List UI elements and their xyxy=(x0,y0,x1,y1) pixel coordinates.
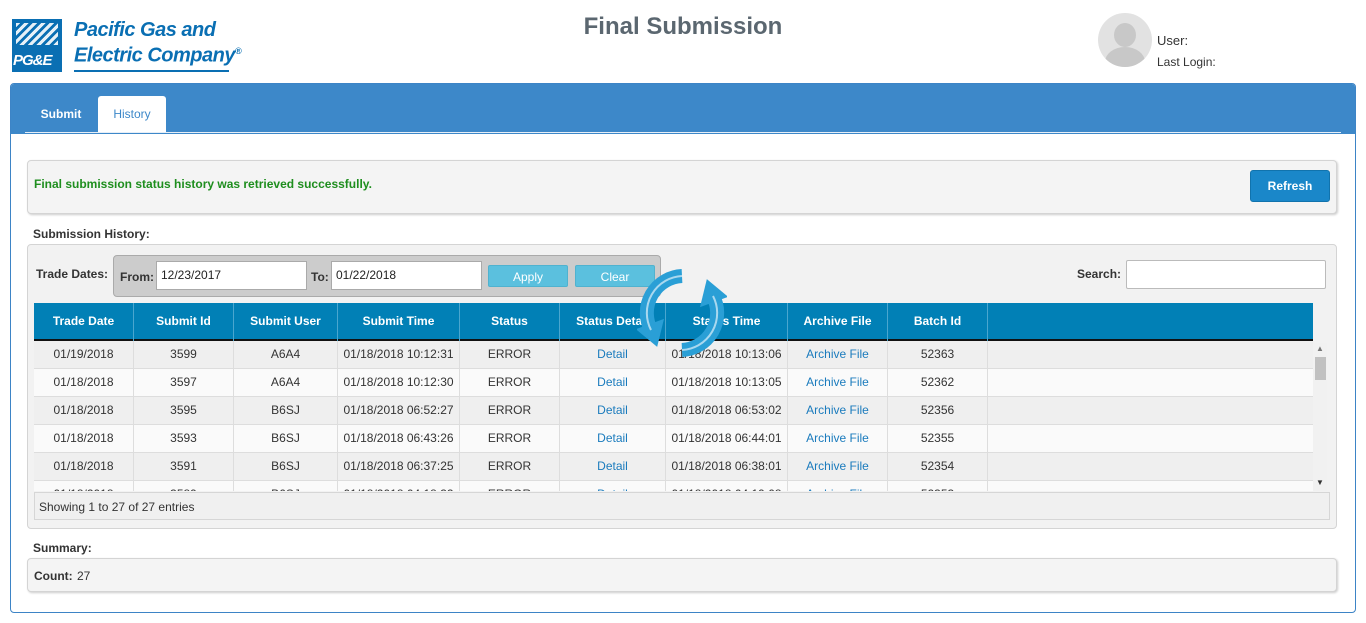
search-label: Search: xyxy=(1077,267,1122,281)
cell-batch-id: 52353 xyxy=(888,481,988,491)
table-row: 01/18/20183589B6SJ01/18/2018 04:18:32ERR… xyxy=(34,481,1313,491)
column-header-archive-file[interactable]: Archive File xyxy=(788,303,888,341)
cell-status-time: 01/18/2018 04:19:08 xyxy=(666,481,788,491)
archive-file-link[interactable]: Archive File xyxy=(788,341,888,369)
tab-bar: Submit History xyxy=(11,84,1355,134)
cell-status-time: 01/18/2018 06:44:01 xyxy=(666,425,788,453)
company-underline xyxy=(74,70,229,72)
table-row: 01/18/2018 3591 B6SJ 01/18/2018 06:37:25 ERR… xyxy=(34,453,1313,481)
cell-submit-id: 3599 xyxy=(134,341,234,369)
cell-status-time: 01/18/2018 06:53:02 xyxy=(666,397,788,425)
summary-label: Summary: xyxy=(33,541,92,555)
cell-submit-id: 3593 xyxy=(134,425,234,453)
cell-submit-user: B6SJ xyxy=(234,453,338,481)
page-header: PG&E Pacific Gas and Electric Company® F… xyxy=(0,0,1366,82)
tab-history[interactable]: History xyxy=(98,96,166,133)
refresh-spinner-icon xyxy=(637,269,727,357)
status-message-box: Final submission status history was retr… xyxy=(27,160,1337,214)
cell-submit-time: 01/18/2018 06:52:27 xyxy=(338,397,460,425)
to-date-input[interactable]: 01/22/2018 xyxy=(331,261,482,290)
logo-text: PG&E xyxy=(13,52,53,69)
cell-trade-date: 01/18/2018 xyxy=(34,425,134,453)
count-value: 27 xyxy=(77,569,91,583)
archive-file-link[interactable]: Archive File xyxy=(788,481,888,491)
entries-info: Showing 1 to 27 of 27 entries xyxy=(39,500,195,514)
column-header-batch-id[interactable]: Batch Id xyxy=(888,303,988,341)
tab-submit[interactable]: Submit xyxy=(27,96,95,133)
cell-status: ERROR xyxy=(460,369,560,397)
cell-submit-id: 3591 xyxy=(134,453,234,481)
cell-submit-time: 01/18/2018 06:43:26 xyxy=(338,425,460,453)
detail-link[interactable]: Detail xyxy=(560,453,666,481)
cell-trade-date: 01/18/2018 xyxy=(34,397,134,425)
user-avatar-icon[interactable] xyxy=(1098,13,1152,67)
cell-submit-user: B6SJ xyxy=(234,481,338,491)
cell-batch-id: 52363 xyxy=(888,341,988,369)
cell-batch-id: 52356 xyxy=(888,397,988,425)
cell-batch-id: 52362 xyxy=(888,369,988,397)
cell-trade-date: 01/18/2018 xyxy=(34,453,134,481)
column-header-submit-id[interactable]: Submit Id xyxy=(134,303,234,341)
table-scrollbar[interactable]: ▲ ▼ xyxy=(1313,343,1327,491)
user-label: User: xyxy=(1157,33,1189,48)
company-name-line2: Electric Company® xyxy=(74,44,242,67)
archive-file-link[interactable]: Archive File xyxy=(788,425,888,453)
table-row: 01/18/2018 3597 A6A4 01/18/2018 10:12:30 ERR… xyxy=(34,369,1313,397)
summary-box: Count: 27 xyxy=(27,558,1337,592)
cell-trade-date: 01/18/2018 xyxy=(34,369,134,397)
archive-file-link[interactable]: Archive File xyxy=(788,369,888,397)
cell-submit-time: 01/18/2018 10:12:31 xyxy=(338,341,460,369)
cell-submit-time: 01/18/2018 10:12:30 xyxy=(338,369,460,397)
column-header-submit-time[interactable]: Submit Time xyxy=(338,303,460,341)
cell-submit-id: 3589 xyxy=(134,481,234,491)
cell-batch-id: 52354 xyxy=(888,453,988,481)
trade-dates-label: Trade Dates: xyxy=(36,267,109,281)
detail-link[interactable]: Detail xyxy=(560,481,666,491)
to-label: To: xyxy=(311,270,329,284)
cell-batch-id: 52355 xyxy=(888,425,988,453)
refresh-button[interactable]: Refresh xyxy=(1250,170,1330,202)
archive-file-link[interactable]: Archive File xyxy=(788,453,888,481)
cell-submit-id: 3595 xyxy=(134,397,234,425)
cell-submit-user: A6A4 xyxy=(234,341,338,369)
cell-trade-date: 01/19/2018 xyxy=(34,341,134,369)
column-header-submit-user[interactable]: Submit User xyxy=(234,303,338,341)
cell-status-time: 01/18/2018 10:13:05 xyxy=(666,369,788,397)
cell-status: ERROR xyxy=(460,397,560,425)
last-login-label: Last Login: xyxy=(1157,55,1216,69)
table-row: 01/18/2018 3595 B6SJ 01/18/2018 06:52:27 ERR… xyxy=(34,397,1313,425)
cell-status: ERROR xyxy=(460,341,560,369)
scroll-thumb[interactable] xyxy=(1315,357,1326,380)
detail-link[interactable]: Detail xyxy=(560,369,666,397)
count-label: Count: xyxy=(34,569,73,583)
cell-status: ERROR xyxy=(460,453,560,481)
detail-link[interactable]: Detail xyxy=(560,425,666,453)
apply-button[interactable]: Apply xyxy=(488,265,568,287)
cell-submit-user: B6SJ xyxy=(234,425,338,453)
cell-status-time: 01/18/2018 06:38:01 xyxy=(666,453,788,481)
from-date-input[interactable]: 12/23/2017 xyxy=(156,261,307,290)
column-header-trade-date[interactable]: Trade Date xyxy=(34,303,134,341)
cell-trade-date: 01/18/2018 xyxy=(34,481,134,491)
cell-submit-user: B6SJ xyxy=(234,397,338,425)
cell-submit-time: 01/18/2018 06:37:25 xyxy=(338,453,460,481)
search-input[interactable] xyxy=(1126,260,1326,289)
scroll-down-icon[interactable]: ▼ xyxy=(1316,478,1324,487)
cell-status: ERROR xyxy=(460,481,560,491)
submission-history-label: Submission History: xyxy=(33,227,150,241)
scroll-up-icon[interactable]: ▲ xyxy=(1316,344,1324,353)
detail-link[interactable]: Detail xyxy=(560,397,666,425)
cell-submit-time: 01/18/2018 04:18:32 xyxy=(338,481,460,491)
table-row: 01/18/2018 3593 B6SJ 01/18/2018 06:43:26 ERR… xyxy=(34,425,1313,453)
table-footer: Showing 1 to 27 of 27 entries xyxy=(34,492,1330,520)
tab-divider xyxy=(25,132,1341,133)
date-filter: From: 12/23/2017 To: 01/22/2018 Apply Cl… xyxy=(113,255,661,297)
column-header-status[interactable]: Status xyxy=(460,303,560,341)
cell-status: ERROR xyxy=(460,425,560,453)
cell-submit-id: 3597 xyxy=(134,369,234,397)
archive-file-link[interactable]: Archive File xyxy=(788,397,888,425)
from-label: From: xyxy=(120,270,154,284)
status-message: Final submission status history was retr… xyxy=(34,177,372,191)
cell-submit-user: A6A4 xyxy=(234,369,338,397)
